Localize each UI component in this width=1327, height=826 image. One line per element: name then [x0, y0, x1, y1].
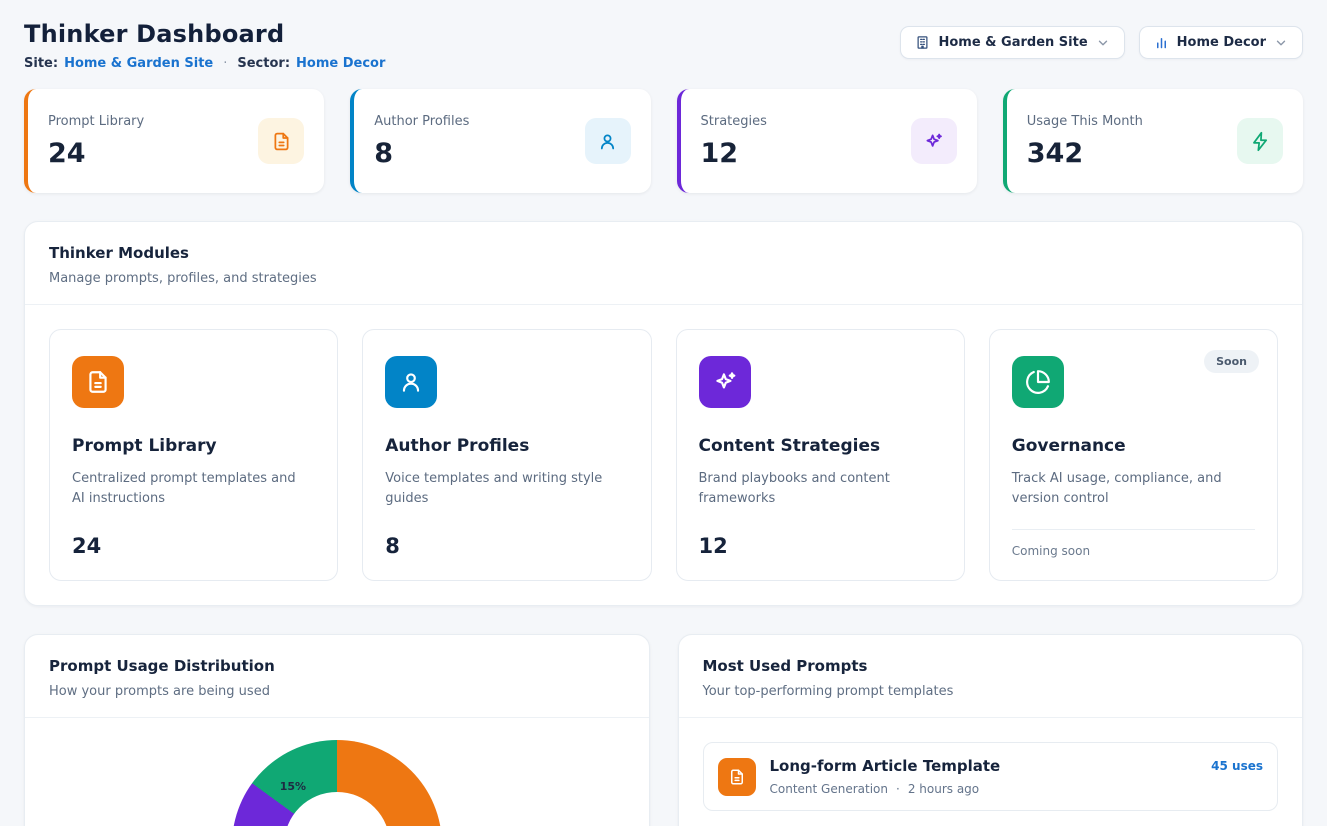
site-label: Site:: [24, 56, 58, 71]
stat-value: 24: [48, 138, 144, 169]
prompt-time: 2 hours ago: [908, 782, 979, 796]
prompt-uses-badge: 45 uses: [1211, 759, 1263, 773]
stat-text: Author Profiles 8: [374, 114, 469, 169]
pie-chart-icon: [1012, 356, 1064, 408]
sector-label: Sector:: [237, 56, 290, 71]
prompt-list-item[interactable]: Long-form Article Template Content Gener…: [703, 742, 1279, 811]
usage-distribution-card: Prompt Usage Distribution How your promp…: [24, 634, 650, 826]
prompts-list: Long-form Article Template Content Gener…: [679, 718, 1303, 826]
module-card-author-profiles[interactable]: Author Profiles Voice templates and writ…: [362, 329, 651, 581]
site-selector-value: Home & Garden Site: [938, 35, 1087, 50]
module-footer: Coming soon: [1012, 529, 1255, 558]
module-count: 24: [72, 520, 315, 558]
stat-label: Usage This Month: [1027, 114, 1143, 129]
stat-value: 342: [1027, 138, 1143, 169]
chevron-down-icon: [1096, 36, 1110, 50]
bottom-row: Prompt Usage Distribution How your promp…: [24, 634, 1303, 826]
stat-card-usage: Usage This Month 342: [1003, 89, 1303, 193]
modules-grid: Prompt Library Centralized prompt templa…: [25, 305, 1302, 605]
chevron-down-icon: [1274, 36, 1288, 50]
prompt-meta: Content Generation · 2 hours ago: [770, 782, 1001, 796]
sector-selector-dropdown[interactable]: Home Decor: [1139, 26, 1303, 59]
module-card-content-strategies[interactable]: Content Strategies Brand playbooks and c…: [676, 329, 965, 581]
building-icon: [915, 35, 930, 50]
most-used-prompts-card: Most Used Prompts Your top-performing pr…: [678, 634, 1304, 826]
module-description: Centralized prompt templates and AI inst…: [72, 469, 315, 508]
module-title: Prompt Library: [72, 436, 315, 456]
most-used-header: Most Used Prompts Your top-performing pr…: [679, 635, 1303, 717]
module-title: Author Profiles: [385, 436, 628, 456]
soon-badge: Soon: [1204, 350, 1259, 373]
document-icon: [718, 758, 756, 796]
usage-header: Prompt Usage Distribution How your promp…: [25, 635, 649, 717]
modules-title: Thinker Modules: [49, 244, 1278, 262]
stat-value: 8: [374, 138, 469, 169]
stats-row: Prompt Library 24 Author Profiles 8 Stra…: [24, 89, 1303, 193]
modules-subtitle: Manage prompts, profiles, and strategies: [49, 271, 1278, 286]
bar-chart-icon: [1154, 35, 1169, 50]
stat-value: 12: [701, 138, 767, 169]
page-title: Thinker Dashboard: [24, 20, 385, 48]
dashboard-page: Thinker Dashboard Site: Home & Garden Si…: [0, 0, 1327, 826]
module-description: Voice templates and writing style guides: [385, 469, 628, 508]
user-icon: [585, 118, 631, 164]
site-link[interactable]: Home & Garden Site: [64, 56, 213, 71]
module-title: Governance: [1012, 436, 1255, 456]
most-used-subtitle: Your top-performing prompt templates: [703, 684, 1279, 699]
modules-header: Thinker Modules Manage prompts, profiles…: [25, 222, 1302, 304]
module-card-governance[interactable]: Soon Governance Track AI usage, complian…: [989, 329, 1278, 581]
module-description: Brand playbooks and content frameworks: [699, 469, 942, 508]
stat-text: Strategies 12: [701, 114, 767, 169]
document-icon: [258, 118, 304, 164]
donut-segment-label: 15%: [280, 780, 306, 793]
module-description: Track AI usage, compliance, and version …: [1012, 469, 1255, 508]
prompt-title: Long-form Article Template: [770, 757, 1001, 775]
prompt-info: Long-form Article Template Content Gener…: [770, 757, 1001, 796]
lightning-icon: [1237, 118, 1283, 164]
stat-card-strategies: Strategies 12: [677, 89, 977, 193]
usage-subtitle: How your prompts are being used: [49, 684, 625, 699]
stat-card-author-profiles: Author Profiles 8: [350, 89, 650, 193]
document-icon: [72, 356, 124, 408]
module-card-prompt-library[interactable]: Prompt Library Centralized prompt templa…: [49, 329, 338, 581]
usage-chart-body: 15%: [25, 718, 649, 826]
most-used-title: Most Used Prompts: [703, 657, 1279, 675]
site-selector-dropdown[interactable]: Home & Garden Site: [900, 26, 1124, 59]
user-icon: [385, 356, 437, 408]
module-title: Content Strategies: [699, 436, 942, 456]
sector-link[interactable]: Home Decor: [296, 56, 385, 71]
stat-label: Prompt Library: [48, 114, 144, 129]
separator-dot: ·: [896, 782, 900, 796]
sparkle-star-icon: [911, 118, 957, 164]
header: Thinker Dashboard Site: Home & Garden Si…: [24, 20, 1303, 71]
prompt-category: Content Generation: [770, 782, 888, 796]
title-block: Thinker Dashboard Site: Home & Garden Si…: [24, 20, 385, 71]
stat-label: Strategies: [701, 114, 767, 129]
header-selectors: Home & Garden Site Home Decor: [900, 26, 1303, 59]
usage-donut-wrap: 15%: [232, 740, 442, 826]
breadcrumb: Site: Home & Garden Site · Sector: Home …: [24, 56, 385, 71]
module-count: 8: [385, 520, 628, 558]
thinker-modules-panel: Thinker Modules Manage prompts, profiles…: [24, 221, 1303, 606]
separator-dot: ·: [223, 56, 227, 71]
module-count: 12: [699, 520, 942, 558]
usage-title: Prompt Usage Distribution: [49, 657, 625, 675]
stat-text: Prompt Library 24: [48, 114, 144, 169]
stat-text: Usage This Month 342: [1027, 114, 1143, 169]
sparkle-star-icon: [699, 356, 751, 408]
stat-label: Author Profiles: [374, 114, 469, 129]
stat-card-prompt-library: Prompt Library 24: [24, 89, 324, 193]
sector-selector-value: Home Decor: [1177, 35, 1266, 50]
